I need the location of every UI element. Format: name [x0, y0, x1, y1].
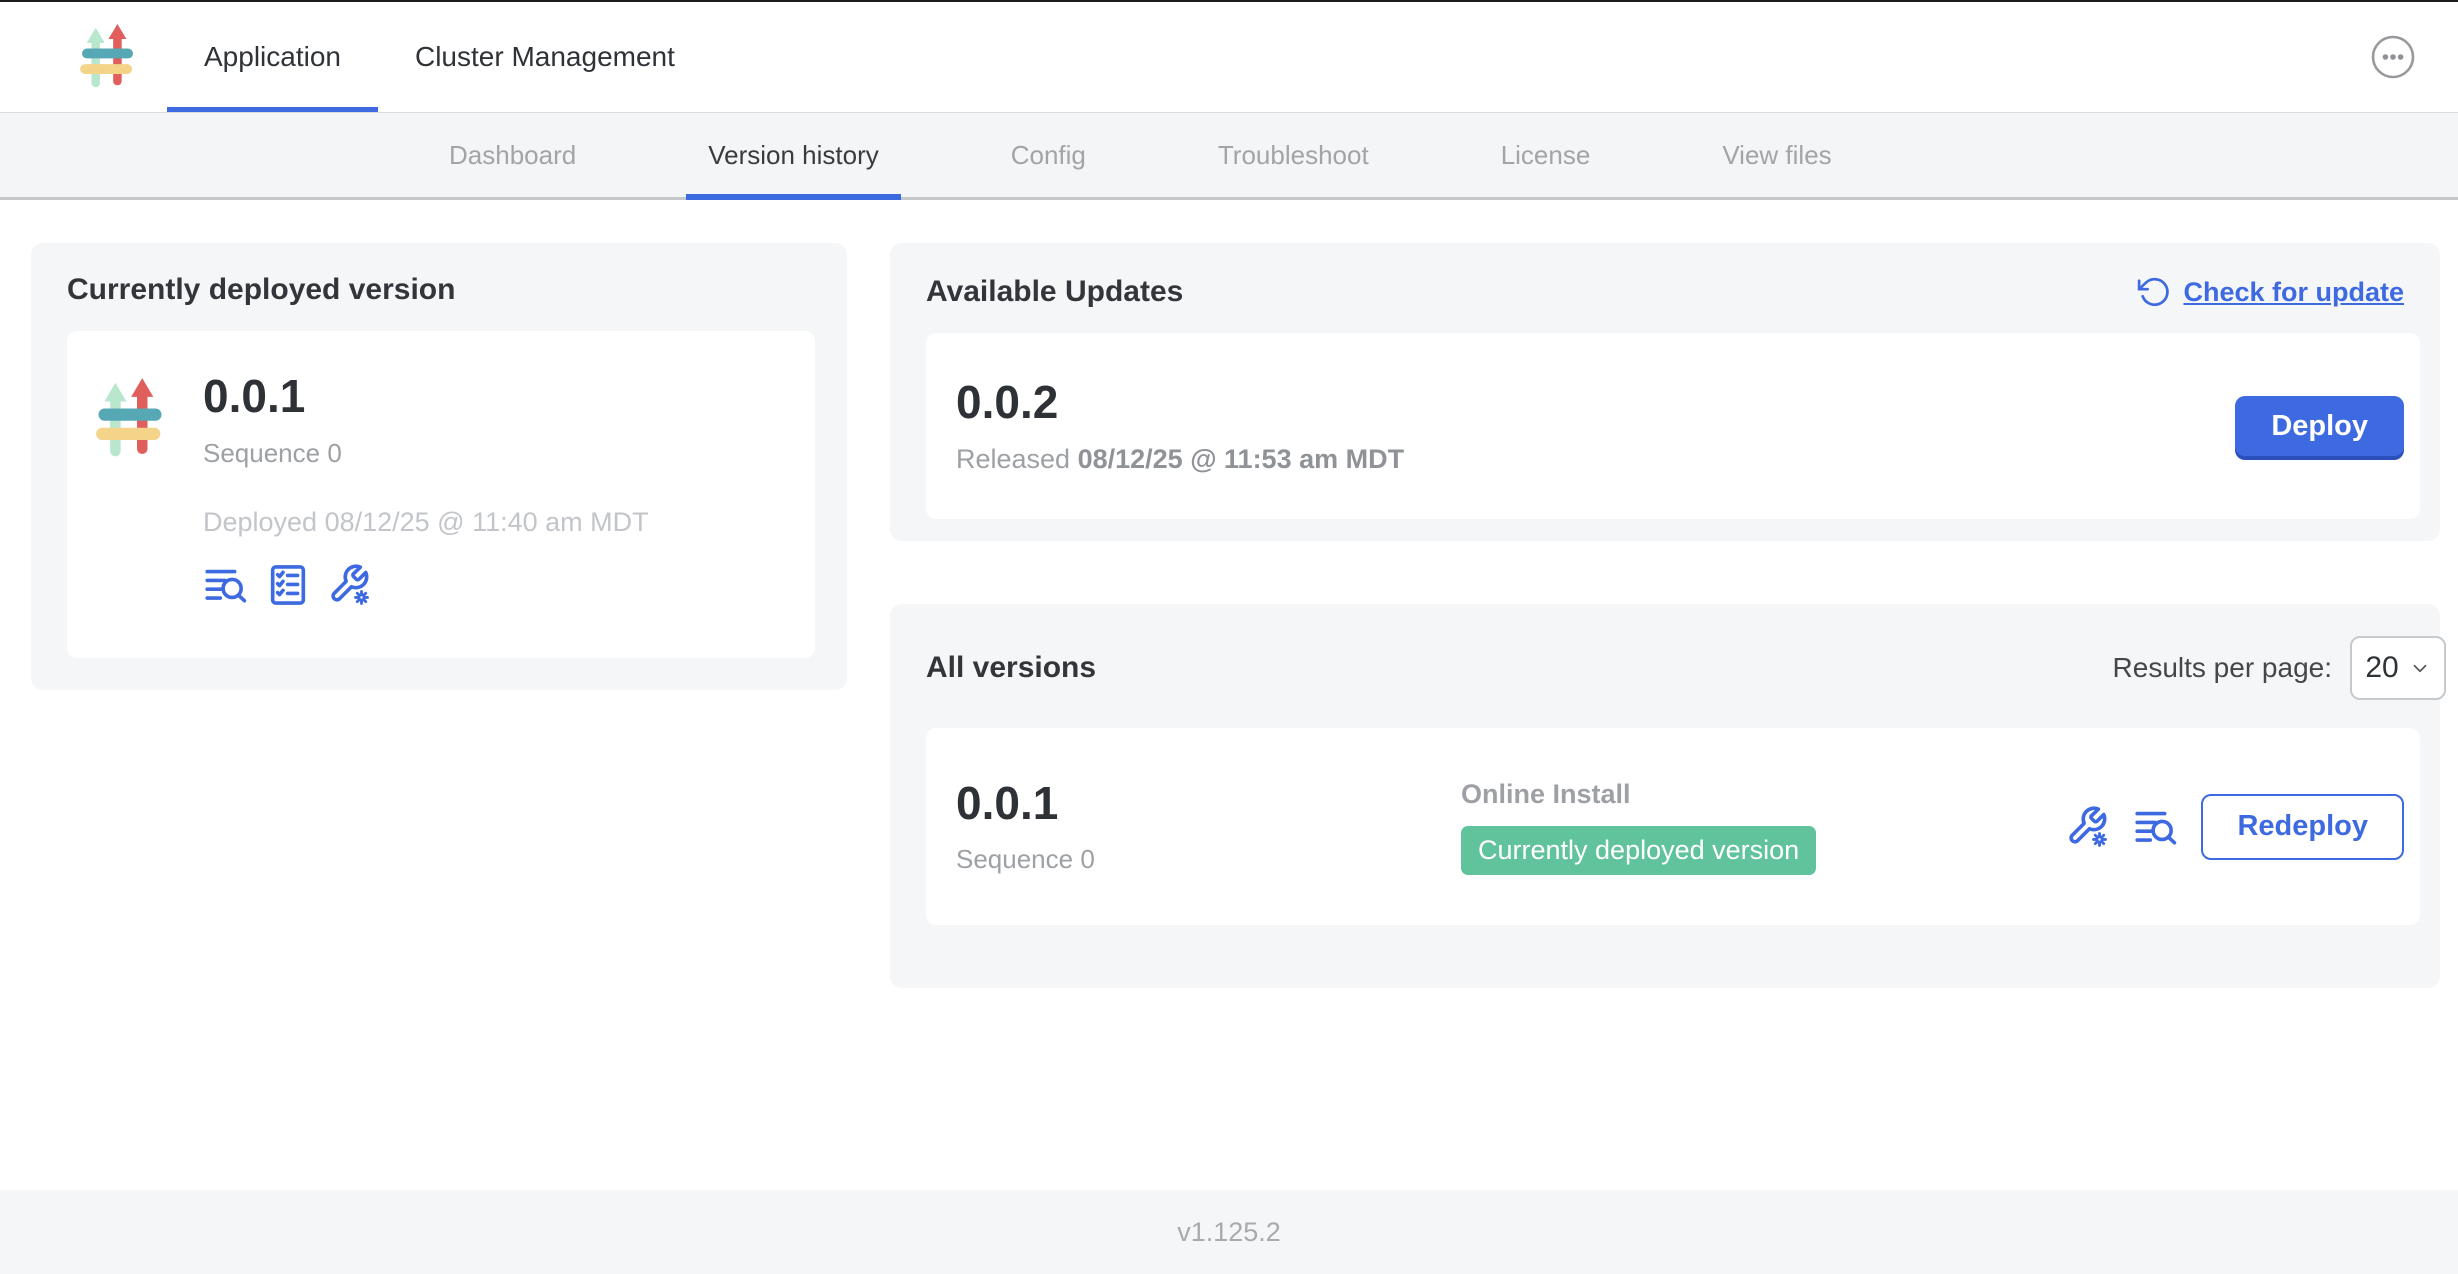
currently-deployed-card: Currently deployed version 0.0.1 Sequenc…	[31, 243, 847, 690]
currently-deployed-inner-card: 0.0.1 Sequence 0 Deployed 08/12/25 @ 11:…	[67, 331, 815, 658]
app-logo-icon	[78, 23, 137, 91]
ellipsis-circle-icon	[2370, 34, 2416, 80]
results-per-page-label: Results per page:	[2113, 652, 2332, 684]
edit-config-button[interactable]	[327, 562, 373, 608]
results-per-page-select[interactable]: 20	[2350, 636, 2446, 700]
deployed-timestamp: Deployed 08/12/25 @ 11:40 am MDT	[203, 507, 649, 538]
available-updates-card: Available Updates Check for update 0.0.2…	[890, 243, 2440, 541]
all-versions-card: All versions Results per page: 20 0.0.1 …	[890, 604, 2440, 988]
install-type-label: Online Install	[1461, 779, 1631, 810]
right-column: Available Updates Check for update 0.0.2…	[890, 243, 2440, 988]
update-info: 0.0.2 Released 08/12/25 @ 11:53 am MDT	[956, 377, 1404, 475]
text-search-icon	[2133, 804, 2179, 850]
tab-cluster-management[interactable]: Cluster Management	[378, 2, 712, 112]
row-actions: Redeploy	[2065, 794, 2404, 860]
deployed-version-number: 0.0.1	[203, 371, 649, 422]
released-timestamp: 08/12/25 @ 11:53 am MDT	[1078, 444, 1405, 474]
available-update-row: 0.0.2 Released 08/12/25 @ 11:53 am MDT D…	[926, 333, 2420, 519]
tab-view-files[interactable]: View files	[1700, 113, 1853, 197]
deployed-sequence: Sequence 0	[203, 438, 649, 469]
results-per-page-value: 20	[2365, 651, 2398, 685]
version-row: 0.0.1 Sequence 0 Online Install Currentl…	[926, 728, 2420, 925]
app-footer: v1.125.2	[0, 1190, 2458, 1274]
update-version-number: 0.0.2	[956, 377, 1404, 428]
row-view-logs-button[interactable]	[2133, 804, 2179, 850]
check-for-update-label: Check for update	[2183, 277, 2404, 308]
row-sequence: Sequence 0	[956, 844, 1461, 875]
wrench-gear-icon	[327, 562, 373, 608]
refresh-icon	[2137, 275, 2171, 309]
all-versions-title: All versions	[926, 651, 1096, 685]
results-per-page-control: Results per page: 20	[2113, 636, 2420, 700]
app-subnav: Dashboard Version history Config Trouble…	[0, 113, 2458, 200]
row-edit-config-button[interactable]	[2065, 804, 2111, 850]
check-for-update-link[interactable]: Check for update	[2137, 275, 2420, 309]
row-install-info: Online Install Currently deployed versio…	[1461, 779, 1816, 875]
overflow-menu-button[interactable]	[2370, 34, 2416, 80]
tab-version-history[interactable]: Version history	[686, 113, 901, 197]
redeploy-button[interactable]: Redeploy	[2201, 794, 2404, 860]
main-content: Currently deployed version 0.0.1 Sequenc…	[0, 200, 2458, 1190]
released-prefix: Released	[956, 444, 1070, 474]
tab-license[interactable]: License	[1479, 113, 1613, 197]
tab-application[interactable]: Application	[167, 2, 378, 112]
primary-nav: Application Cluster Management	[167, 2, 712, 112]
currently-deployed-badge: Currently deployed version	[1461, 826, 1816, 875]
view-preflight-checks-button[interactable]	[265, 562, 311, 608]
deploy-button[interactable]: Deploy	[2235, 396, 2404, 456]
text-search-icon	[203, 562, 249, 608]
tab-config[interactable]: Config	[989, 113, 1108, 197]
tab-dashboard[interactable]: Dashboard	[427, 113, 598, 197]
section-gap	[890, 541, 2440, 604]
currently-deployed-title: Currently deployed version	[67, 273, 815, 307]
row-version-info: 0.0.1 Sequence 0	[956, 778, 1461, 876]
update-released-line: Released 08/12/25 @ 11:53 am MDT	[956, 444, 1404, 475]
preflight-checklist-icon	[265, 562, 311, 608]
app-logo-icon	[95, 377, 165, 461]
available-updates-title: Available Updates	[926, 275, 1183, 309]
deployed-version-actions	[203, 562, 649, 608]
wrench-gear-icon	[2065, 804, 2111, 850]
row-version-number: 0.0.1	[956, 778, 1461, 829]
app-header: Application Cluster Management	[0, 2, 2458, 113]
tab-troubleshoot[interactable]: Troubleshoot	[1196, 113, 1391, 197]
console-version: v1.125.2	[1177, 1217, 1281, 1248]
view-logs-button[interactable]	[203, 562, 249, 608]
chevron-down-icon	[2409, 657, 2431, 679]
deployed-version-info: 0.0.1 Sequence 0 Deployed 08/12/25 @ 11:…	[203, 371, 649, 658]
